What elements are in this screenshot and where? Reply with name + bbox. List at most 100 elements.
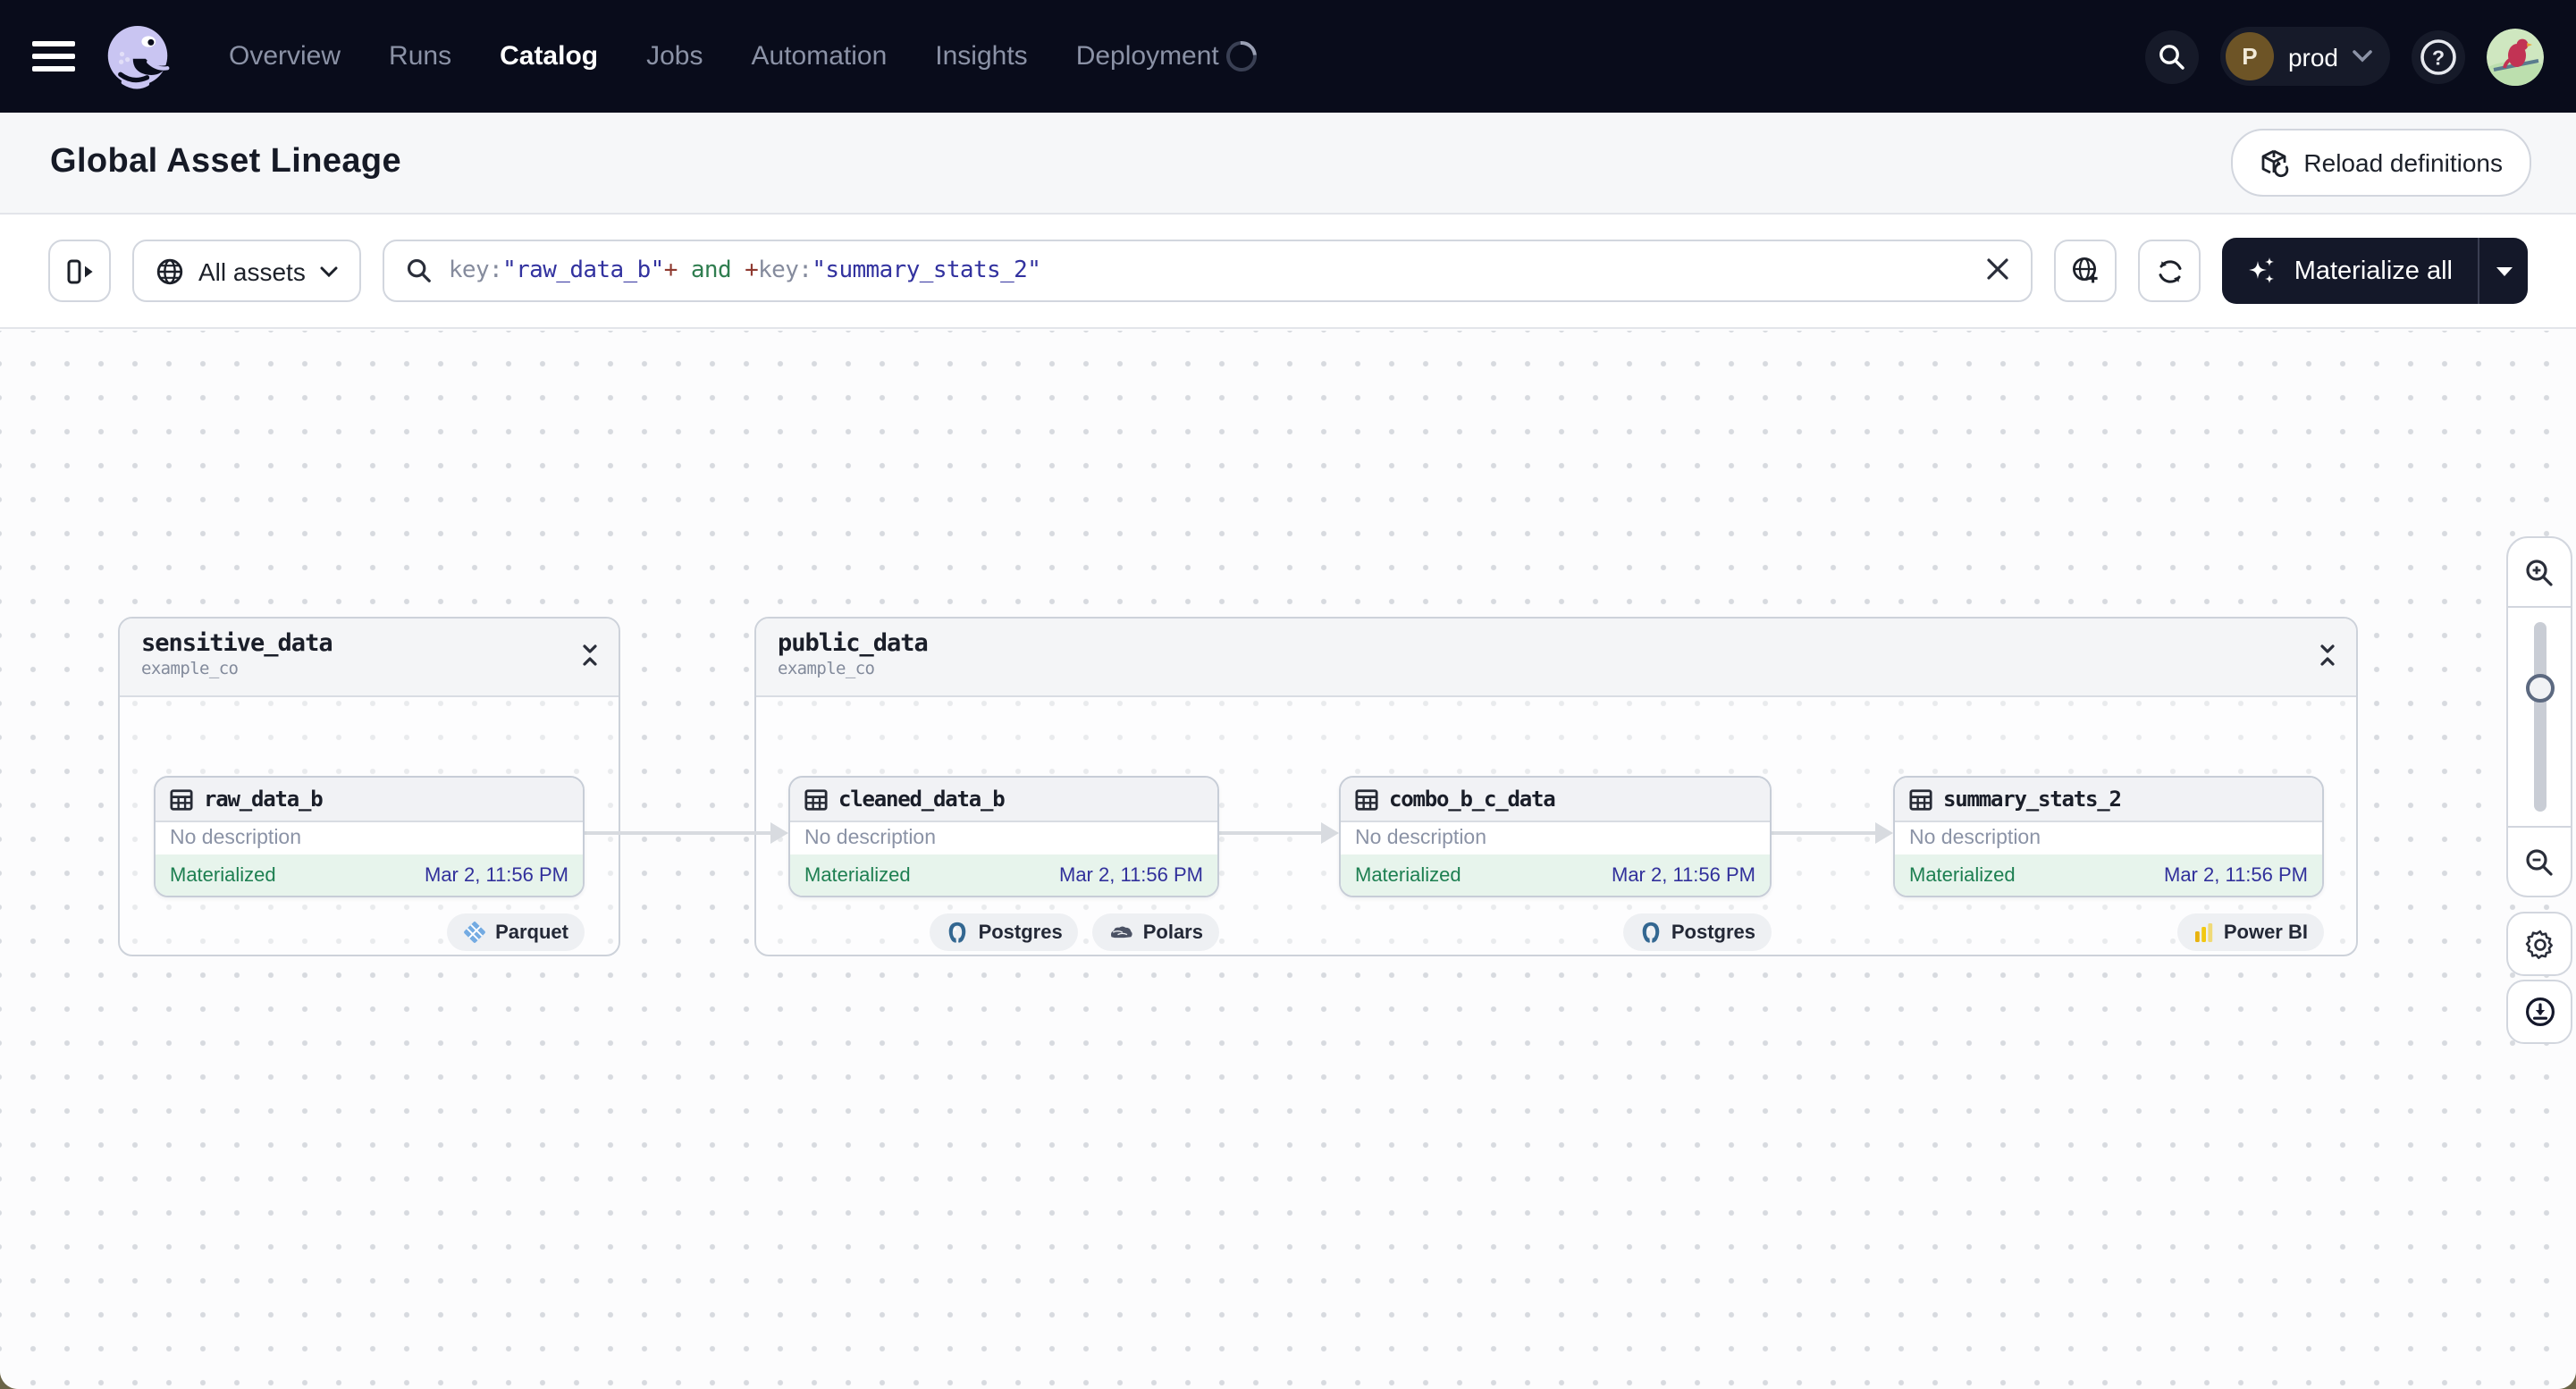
materialize-all-label: Materialize all <box>2294 257 2453 285</box>
open-side-panel-button[interactable] <box>48 240 111 302</box>
zoom-in-button[interactable] <box>2508 538 2571 606</box>
asset-status-row: Materialized Mar 2, 11:56 PM <box>1341 854 1770 896</box>
download-circle-icon <box>2525 998 2554 1026</box>
nav-item-deployment[interactable]: Deployment <box>1076 41 1219 72</box>
edge-cleaned-to-combo <box>1217 831 1321 835</box>
zoom-slider[interactable] <box>2508 606 2571 828</box>
tag-parquet[interactable]: Parquet <box>447 913 585 951</box>
asset-name: cleaned_data_b <box>838 787 1006 812</box>
asset-node-raw-data-b[interactable]: raw_data_b No description Materialized M… <box>154 776 585 897</box>
reload-definitions-icon <box>2261 148 2288 177</box>
search-button[interactable] <box>2144 29 2199 83</box>
nav-item-runs[interactable]: Runs <box>389 41 451 72</box>
asset-node-summary-stats-2[interactable]: summary_stats_2 No description Materiali… <box>1893 776 2324 897</box>
zoom-controls <box>2506 536 2572 897</box>
zoom-slider-thumb[interactable] <box>2525 674 2554 703</box>
asset-description: No description <box>1341 822 1770 854</box>
search-query-text: key:"raw_data_b"+ and +key:"summary_stat… <box>448 257 1041 284</box>
caret-down-icon <box>2496 266 2512 275</box>
zoom-slider-track[interactable] <box>2533 622 2546 812</box>
asset-search-input[interactable]: key:"raw_data_b"+ and +key:"summary_stat… <box>382 240 2033 302</box>
materialize-all-split-button: Materialize all <box>2222 238 2528 304</box>
table-icon <box>804 788 828 810</box>
tag-label: Postgres <box>1671 922 1755 943</box>
materialization-timestamp[interactable]: Mar 2, 11:56 PM <box>1612 864 1755 886</box>
asset-tags-cleaned-data-b: Postgres Polars <box>788 913 1219 951</box>
asset-status-row: Materialized Mar 2, 11:56 PM <box>790 854 1217 896</box>
collapse-group-icon[interactable] <box>2317 644 2338 676</box>
tag-postgres[interactable]: Postgres <box>1622 913 1772 951</box>
asset-node-cleaned-data-b[interactable]: cleaned_data_b No description Materializ… <box>788 776 1219 897</box>
asset-name: summary_stats_2 <box>1943 787 2122 812</box>
materialize-options-button[interactable] <box>2479 238 2528 304</box>
asset-node-header: summary_stats_2 <box>1895 778 2322 822</box>
asset-tags-summary-stats-2: Power BI <box>1893 913 2324 951</box>
refresh-button[interactable] <box>2138 240 2201 302</box>
chevron-down-icon <box>2353 50 2372 63</box>
parquet-icon <box>464 922 485 943</box>
group-header[interactable]: sensitive_data example_co <box>120 619 619 697</box>
power-bi-icon <box>2194 922 2213 941</box>
asset-description: No description <box>1895 822 2322 854</box>
edge-arrowhead-icon <box>1875 822 1893 844</box>
asset-scope-dropdown[interactable]: All assets <box>132 240 361 302</box>
asset-tags-combo-b-c-data: Postgres <box>1339 913 1772 951</box>
materialize-all-button[interactable]: Materialize all <box>2223 238 2478 304</box>
nav-item-automation[interactable]: Automation <box>752 41 888 72</box>
status-badge: Materialized <box>1909 864 2016 886</box>
globe-plus-icon <box>2073 257 2099 283</box>
polars-icon <box>1111 926 1133 939</box>
zoom-out-icon <box>2526 848 2553 875</box>
user-avatar[interactable] <box>2487 28 2544 85</box>
edge-arrowhead-icon <box>1321 822 1339 844</box>
postgres-icon <box>1642 922 1660 943</box>
export-graph-button[interactable] <box>2506 980 2572 1044</box>
top-nav: Overview Runs Catalog Jobs Automation In… <box>0 0 2576 113</box>
reload-definitions-button[interactable]: Reload definitions <box>2230 129 2531 197</box>
menu-icon[interactable] <box>32 41 75 72</box>
group-name: sensitive_data <box>141 629 333 658</box>
page-title: Global Asset Lineage <box>50 143 402 181</box>
deployment-initial-badge: P <box>2225 32 2274 80</box>
graph-settings-button[interactable] <box>2506 912 2572 976</box>
tag-postgres[interactable]: Postgres <box>930 913 1079 951</box>
asset-tags-raw-data-b: Parquet <box>154 913 585 951</box>
asset-name: combo_b_c_data <box>1389 787 1556 812</box>
deployment-switcher[interactable]: P prod <box>2219 27 2390 86</box>
collapse-group-icon[interactable] <box>579 644 601 676</box>
zoom-out-button[interactable] <box>2508 828 2571 896</box>
group-name: public_data <box>778 629 929 658</box>
deployment-name: prod <box>2287 42 2338 71</box>
nav-items: Overview Runs Catalog Jobs Automation In… <box>229 41 1219 72</box>
nav-item-catalog[interactable]: Catalog <box>500 41 598 72</box>
reload-definitions-label: Reload definitions <box>2303 148 2503 177</box>
asset-node-header: raw_data_b <box>156 778 583 822</box>
zoom-to-fit-button[interactable] <box>2054 240 2117 302</box>
asset-status-row: Materialized Mar 2, 11:56 PM <box>1895 854 2322 896</box>
materialization-timestamp[interactable]: Mar 2, 11:56 PM <box>425 864 568 886</box>
nav-item-jobs[interactable]: Jobs <box>646 41 703 72</box>
zoom-in-icon <box>2526 559 2553 585</box>
help-icon: ? <box>2420 38 2456 74</box>
postgres-icon <box>949 922 966 943</box>
lineage-toolbar: All assets key:"raw_data_b"+ and +key:"s… <box>0 215 2576 329</box>
dagster-logo-icon[interactable] <box>100 19 175 94</box>
help-button[interactable]: ? <box>2412 29 2465 83</box>
tag-polars[interactable]: Polars <box>1092 913 1219 951</box>
edge-arrowhead-icon <box>770 822 788 844</box>
asset-node-combo-b-c-data[interactable]: combo_b_c_data No description Materializ… <box>1339 776 1772 897</box>
tag-power-bi[interactable]: Power BI <box>2176 913 2324 951</box>
materialization-timestamp[interactable]: Mar 2, 11:56 PM <box>2164 864 2308 886</box>
globe-icon <box>156 257 183 284</box>
materialization-timestamp[interactable]: Mar 2, 11:56 PM <box>1059 864 1203 886</box>
panel-expand-icon <box>66 258 92 283</box>
nav-item-overview[interactable]: Overview <box>229 41 341 72</box>
svg-text:?: ? <box>2432 45 2445 68</box>
asset-description: No description <box>790 822 1217 854</box>
clear-search-button[interactable] <box>1987 257 2010 290</box>
nav-item-insights[interactable]: Insights <box>935 41 1027 72</box>
lineage-canvas[interactable]: sensitive_data example_co public_data ex… <box>0 331 2576 1389</box>
group-header[interactable]: public_data example_co <box>756 619 2356 697</box>
table-icon <box>1355 788 1378 810</box>
group-location: example_co <box>778 660 875 679</box>
